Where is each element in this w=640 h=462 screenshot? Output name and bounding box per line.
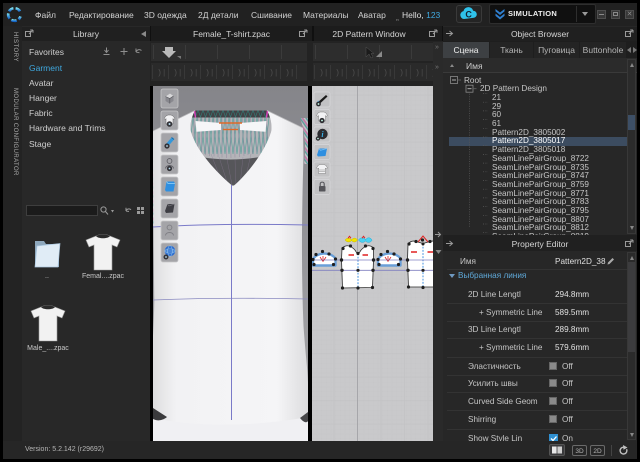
- svg-text:)|: )|: [157, 69, 167, 78]
- svg-text:)|: )|: [205, 69, 215, 78]
- svg-text:3D: 3D: [575, 448, 584, 455]
- svg-text:)|: )|: [269, 69, 279, 78]
- svg-text:)|: )|: [237, 69, 247, 78]
- svg-text:)|: )|: [189, 69, 199, 78]
- svg-text:)|: )|: [415, 69, 425, 78]
- svg-text:C: C: [465, 10, 472, 20]
- svg-text:)|: )|: [285, 69, 295, 78]
- svg-text:)|: )|: [253, 69, 263, 78]
- svg-text:)|: )|: [383, 69, 393, 78]
- svg-text:)|: )|: [319, 69, 329, 78]
- svg-text:)|: )|: [335, 69, 345, 78]
- svg-text:)|: )|: [399, 69, 409, 78]
- svg-text:)|: )|: [173, 69, 183, 78]
- svg-text:)|: )|: [351, 69, 361, 78]
- svg-text:2D: 2D: [593, 448, 602, 455]
- svg-text:)|: )|: [221, 69, 231, 78]
- svg-text:)|: )|: [367, 69, 377, 78]
